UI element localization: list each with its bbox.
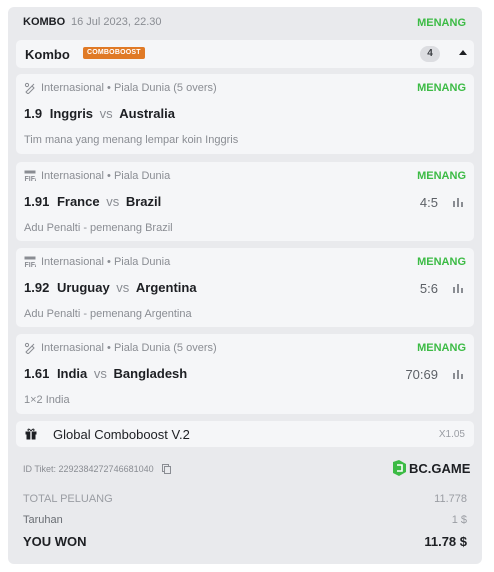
chevron-up-icon[interactable] (459, 50, 467, 55)
vs-label: vs (116, 280, 130, 295)
match-line: 1.9 Inggris vs Australia (24, 106, 175, 121)
ticket-header: KOMBO 16 Jul 2023, 22.30 MENANG (8, 7, 482, 37)
stake-row: Taruhan 1 $ (23, 514, 467, 526)
away-team[interactable]: Argentina (136, 280, 197, 295)
match-line: 1.91 France vs Brazil (24, 194, 161, 209)
match-score: 70:69 (405, 367, 438, 382)
match-line: 1.61 India vs Bangladesh (24, 366, 187, 381)
stats-icon[interactable] (452, 368, 464, 380)
market-label: Adu Penalti - pemenang Argentina (24, 308, 192, 320)
cricket-icon (24, 342, 35, 354)
ticket-id-text: ID Tiket: 2292384272746681040 (23, 464, 154, 474)
home-team[interactable]: Uruguay (57, 280, 110, 295)
stats-icon[interactable] (452, 196, 464, 208)
bet-selection-card: Internasional • Piala Dunia (5 overs) ME… (16, 74, 474, 154)
brand-name: BC.GAME (409, 461, 471, 476)
bet-type: KOMBO (23, 16, 66, 28)
selection-status: MENANG (417, 342, 466, 354)
match-score: 4:5 (419, 195, 438, 210)
odds-value: 1.91 (24, 194, 50, 209)
bet-selection-card: FIFA Internasional • Piala Dunia MENANG … (16, 248, 474, 327)
odds-value: 1.92 (24, 280, 50, 295)
league-label: Internasional • Piala Dunia (5 overs) (41, 342, 217, 354)
combo-toggle[interactable]: Kombo COMBOBOOST 4 (16, 40, 474, 68)
away-team[interactable]: Australia (119, 106, 175, 121)
payout-row: YOU WON 11.78 $ (23, 534, 467, 549)
bet-date: 16 Jul 2023, 22.30 (71, 16, 162, 28)
match-score: 5:6 (419, 281, 438, 296)
gift-icon (25, 428, 37, 440)
payout-value: 11.78 $ (424, 534, 467, 549)
brand-logo: BC.GAME (392, 460, 470, 476)
home-team[interactable]: Inggris (50, 106, 93, 121)
combo-title: Kombo (25, 47, 70, 62)
bcgame-logo-icon (393, 460, 406, 476)
selection-count-badge: 4 (420, 46, 440, 62)
stats-icon[interactable] (452, 282, 464, 294)
comboboost-multiplier: X1.05 (438, 429, 465, 440)
league-label: Internasional • Piala Dunia (5 overs) (41, 82, 217, 94)
odds-value: 1.9 (24, 106, 43, 121)
comboboost-badge: COMBOBOOST (83, 47, 145, 59)
away-team[interactable]: Brazil (126, 194, 161, 209)
ticket-id: ID Tiket: 2292384272746681040 (23, 464, 172, 474)
selection-status: MENANG (417, 82, 466, 94)
selection-status: MENANG (417, 256, 466, 268)
league-label: Internasional • Piala Dunia (41, 170, 171, 182)
fifa-icon: FIFA (24, 256, 36, 268)
total-odds-row: TOTAL PELUANG 11.778 (23, 493, 467, 505)
league-label: Internasional • Piala Dunia (41, 256, 171, 268)
stake-value: 1 $ (451, 514, 467, 526)
market-label: Tim mana yang menang lempar koin Inggris (24, 134, 239, 146)
odds-value: 1.61 (24, 366, 50, 381)
home-team[interactable]: France (57, 194, 100, 209)
away-team[interactable]: Bangladesh (114, 366, 188, 381)
match-line: 1.92 Uruguay vs Argentina (24, 280, 197, 295)
payout-label: YOU WON (23, 534, 87, 549)
copy-icon[interactable] (162, 464, 172, 474)
svg-text:FIFA: FIFA (25, 176, 37, 182)
comboboost-row: Global Comboboost V.2 X1.05 (16, 421, 474, 447)
ticket-status: MENANG (417, 17, 466, 29)
svg-text:FIFA: FIFA (25, 262, 37, 268)
bet-selection-card: Internasional • Piala Dunia (5 overs) ME… (16, 334, 474, 414)
stake-label: Taruhan (23, 514, 63, 526)
total-odds-label: TOTAL PELUANG (23, 493, 113, 505)
bet-selection-card: FIFA Internasional • Piala Dunia MENANG … (16, 162, 474, 241)
market-label: 1×2 India (24, 394, 70, 406)
fifa-icon: FIFA (24, 170, 36, 182)
vs-label: vs (99, 106, 113, 121)
selection-status: MENANG (417, 170, 466, 182)
comboboost-label: Global Comboboost V.2 (53, 427, 190, 442)
vs-label: vs (106, 194, 120, 209)
total-odds-value: 11.778 (434, 493, 467, 505)
cricket-icon (24, 82, 35, 94)
home-team[interactable]: India (57, 366, 87, 381)
market-label: Adu Penalti - pemenang Brazil (24, 222, 173, 234)
bet-ticket: KOMBO 16 Jul 2023, 22.30 MENANG Kombo CO… (8, 7, 482, 564)
vs-label: vs (93, 366, 107, 381)
